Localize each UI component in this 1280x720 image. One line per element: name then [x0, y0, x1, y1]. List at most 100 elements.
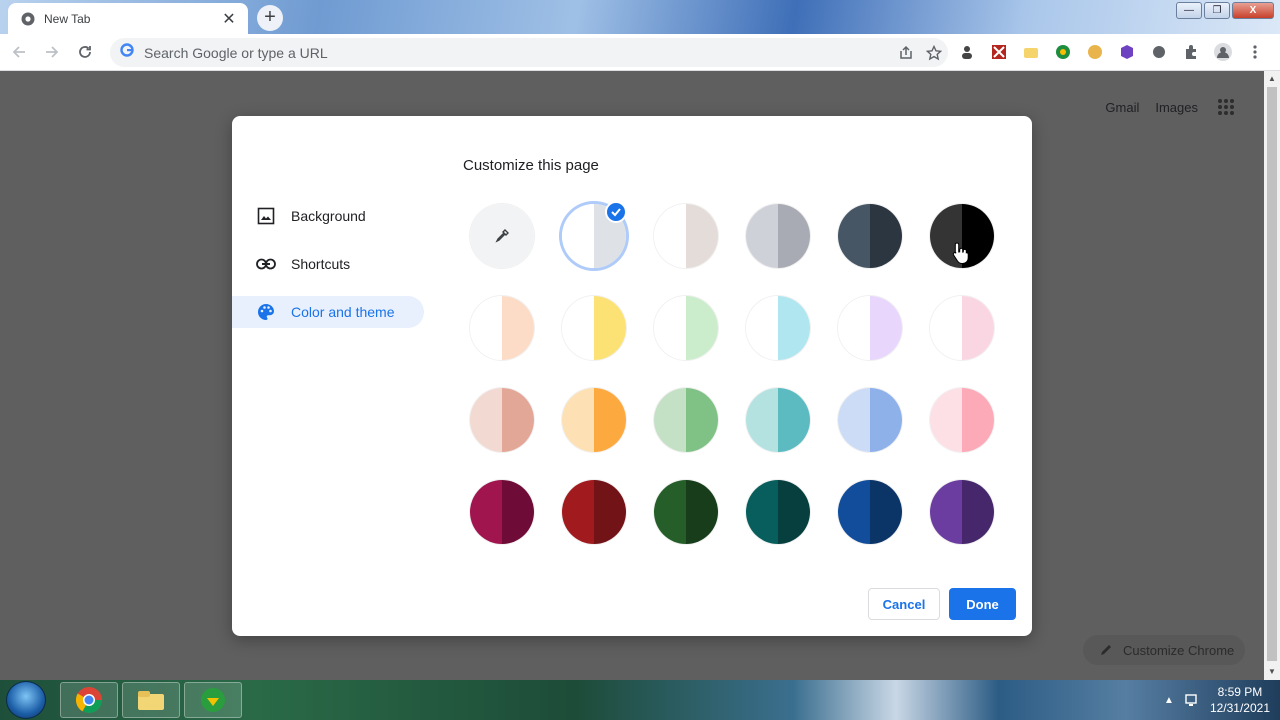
- close-window-button[interactable]: X: [1232, 2, 1274, 19]
- swatch-right-half: [778, 296, 810, 360]
- sidebar-item-shortcuts[interactable]: Shortcuts: [232, 248, 424, 280]
- swatch-left-half: [654, 204, 686, 268]
- taskbar-clock[interactable]: 8:59 PM 12/31/2021: [1210, 684, 1270, 716]
- tab-new-tab[interactable]: New Tab ✕: [8, 3, 248, 34]
- color-swatch-orange[interactable]: [562, 388, 626, 452]
- color-swatch-dark-blue[interactable]: [838, 480, 902, 544]
- share-icon[interactable]: [892, 45, 920, 61]
- swatch-left-half: [654, 296, 686, 360]
- swatch-left-half: [746, 480, 778, 544]
- color-swatch-dark-pink-red[interactable]: [470, 480, 534, 544]
- color-swatch-light-pink[interactable]: [930, 388, 994, 452]
- new-tab-button[interactable]: +: [257, 5, 283, 31]
- scroll-down-arrow-icon[interactable]: ▼: [1264, 664, 1280, 680]
- swatch-left-half: [746, 388, 778, 452]
- tray-expand-icon[interactable]: ▲: [1164, 695, 1174, 706]
- clock-time: 8:59 PM: [1217, 685, 1263, 699]
- close-icon[interactable]: ✕: [220, 9, 238, 29]
- color-swatch-light-teal-white[interactable]: [746, 296, 810, 360]
- sidebar-item-background[interactable]: Background: [232, 200, 424, 232]
- swatch-right-half: [778, 204, 810, 268]
- swatch-left-half: [838, 388, 870, 452]
- swatch-right-half: [686, 204, 718, 268]
- extension-icon-6[interactable]: [1115, 40, 1139, 64]
- swatch-left-half: [838, 480, 870, 544]
- swatch-left-half: [562, 388, 594, 452]
- swatch-left-half: [930, 388, 962, 452]
- swatch-left-half: [930, 296, 962, 360]
- color-swatch-warm-grey[interactable]: [654, 204, 718, 268]
- color-swatch-pink-white[interactable]: [930, 296, 994, 360]
- more-menu-icon[interactable]: [1243, 40, 1267, 64]
- color-swatch-green-white[interactable]: [654, 296, 718, 360]
- vertical-scrollbar[interactable]: ▲ ▼: [1264, 71, 1280, 680]
- toolbar: Search Google or type a URL: [0, 34, 1280, 71]
- swatch-right-half: [962, 480, 994, 544]
- color-swatch-peach[interactable]: [470, 388, 534, 452]
- color-swatch-dark-red-orange[interactable]: [562, 480, 626, 544]
- extension-icon-2[interactable]: [987, 40, 1011, 64]
- forward-button[interactable]: [38, 38, 66, 66]
- reload-button[interactable]: [71, 38, 99, 66]
- swatch-right-half: [594, 480, 626, 544]
- extension-icon-4[interactable]: [1051, 40, 1075, 64]
- back-button[interactable]: [5, 38, 33, 66]
- color-swatch-light-blue[interactable]: [838, 388, 902, 452]
- customize-chrome-button[interactable]: Customize Chrome: [1083, 635, 1245, 665]
- color-swatch-light-teal[interactable]: [746, 388, 810, 452]
- taskbar-explorer-button[interactable]: [122, 682, 180, 718]
- omnibox[interactable]: Search Google or type a URL: [110, 38, 948, 67]
- color-swatch-dark-purple[interactable]: [930, 480, 994, 544]
- windows-taskbar: ▲ 8:59 PM 12/31/2021: [0, 680, 1280, 720]
- extension-icon-7[interactable]: [1147, 40, 1171, 64]
- swatch-right-half: [962, 388, 994, 452]
- minimize-button[interactable]: —: [1176, 2, 1202, 19]
- arrow-right-icon: [46, 46, 59, 58]
- arrow-left-icon: [12, 46, 25, 58]
- extension-icon-1[interactable]: [955, 40, 979, 64]
- color-swatch-light-purple-white[interactable]: [838, 296, 902, 360]
- start-button[interactable]: [6, 681, 46, 719]
- color-swatch-yellow-white[interactable]: [562, 296, 626, 360]
- window-controls: — ❐ X: [1176, 2, 1274, 19]
- globe-download-icon: [201, 688, 225, 712]
- color-swatch-cool-grey[interactable]: [746, 204, 810, 268]
- google-g-icon: [120, 43, 134, 62]
- color-swatch-beige-white[interactable]: [470, 296, 534, 360]
- swatch-left-half: [562, 480, 594, 544]
- swatch-right-half: [778, 388, 810, 452]
- swatch-right-half: [870, 480, 902, 544]
- done-button[interactable]: Done: [949, 588, 1016, 620]
- maximize-button[interactable]: ❐: [1204, 2, 1230, 19]
- color-swatch-midnight-blue[interactable]: [838, 204, 902, 268]
- bookmark-star-icon[interactable]: [920, 44, 948, 61]
- swatch-left-half: [654, 480, 686, 544]
- swatch-left-half: [562, 296, 594, 360]
- top-links: Gmail Images: [1105, 95, 1238, 119]
- network-icon[interactable]: [1184, 692, 1200, 708]
- apps-grid-icon[interactable]: [1214, 95, 1238, 119]
- swatch-right-half: [870, 296, 902, 360]
- taskbar-chrome-button[interactable]: [60, 682, 118, 718]
- scroll-up-arrow-icon[interactable]: ▲: [1264, 71, 1280, 87]
- color-swatch-dark-green[interactable]: [654, 480, 718, 544]
- extension-icon-3[interactable]: [1019, 40, 1043, 64]
- swatch-right-half: [870, 388, 902, 452]
- swatch-left-half: [746, 296, 778, 360]
- color-swatch-custom-color-picker[interactable]: [470, 204, 534, 268]
- extension-icon-5[interactable]: [1083, 40, 1107, 64]
- link-icon: [256, 254, 276, 274]
- sidebar-item-color-and-theme[interactable]: Color and theme: [232, 296, 424, 328]
- images-link[interactable]: Images: [1155, 100, 1198, 115]
- sidebar-item-label: Background: [291, 208, 366, 224]
- chrome-icon: [75, 687, 103, 714]
- taskbar-app-button[interactable]: [184, 682, 242, 718]
- gmail-link[interactable]: Gmail: [1105, 100, 1139, 115]
- scroll-thumb[interactable]: [1267, 87, 1277, 661]
- cancel-button[interactable]: Cancel: [868, 588, 940, 620]
- profile-avatar-icon[interactable]: [1211, 40, 1235, 64]
- swatch-right-half: [594, 296, 626, 360]
- puzzle-icon[interactable]: [1179, 40, 1203, 64]
- color-swatch-light-green[interactable]: [654, 388, 718, 452]
- color-swatch-dark-teal[interactable]: [746, 480, 810, 544]
